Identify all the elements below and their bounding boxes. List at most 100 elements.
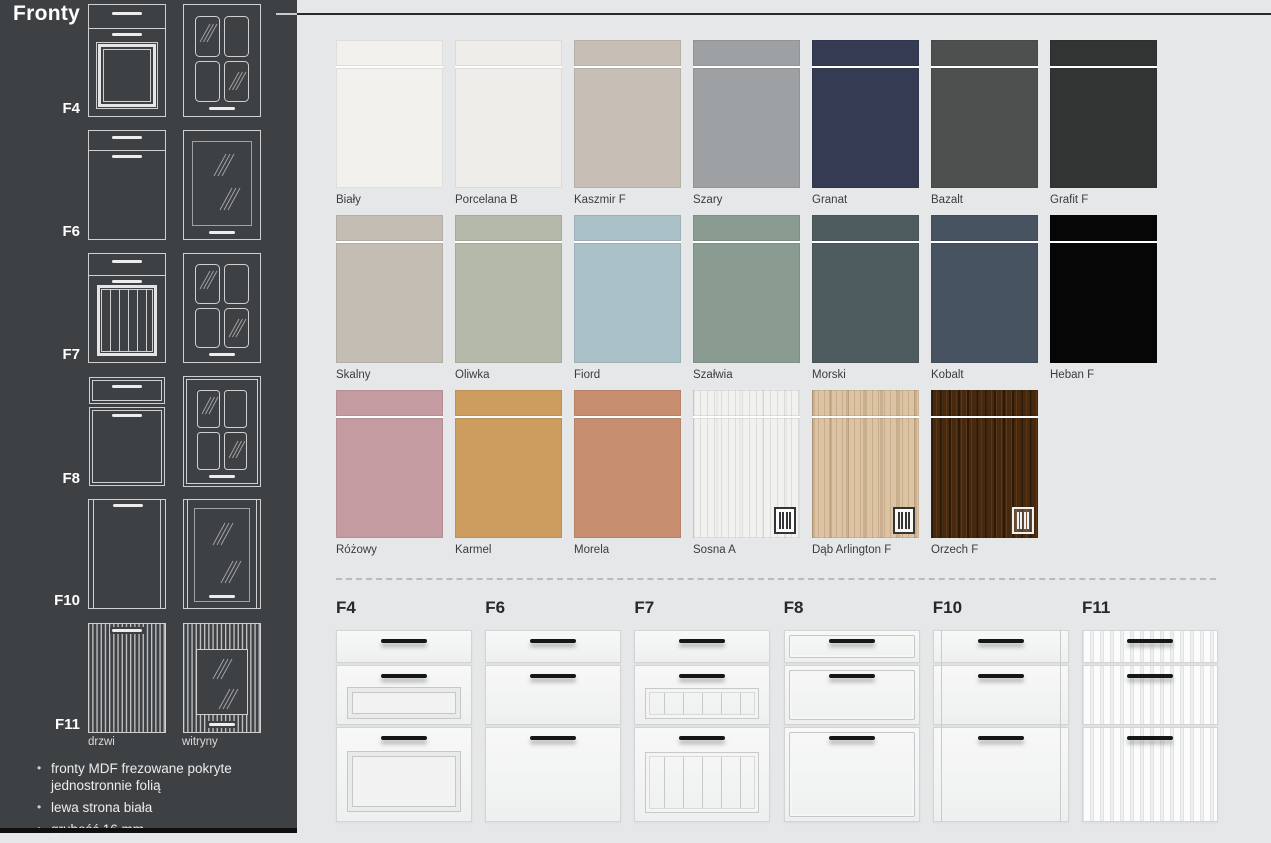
front-preview-f10: F10 [933,598,1069,822]
swatch-label: Różowy [336,544,443,556]
color-swatch: Karmel [455,390,562,556]
inner-frame [789,732,915,817]
swatch-label: Kobalt [931,369,1038,381]
swatch-body [1050,68,1157,188]
top-rule-tick [276,13,297,15]
swatch-drawer-strip [336,40,443,66]
swatch-label: Orzech F [931,544,1038,556]
drawer-front [336,727,472,822]
swatch-label: Kaszmir F [574,194,681,206]
f4-glass-drawing [183,4,261,117]
swatch-label: Porcelana B [455,194,562,206]
drawer-handle [530,639,576,643]
front-preview-f8: F8 [784,598,920,822]
front-preview-label: F4 [336,598,472,618]
swatch-drawer-strip [455,215,562,241]
front-preview-card [933,630,1069,822]
beveled-panel [348,752,460,811]
front-row-label: F11 [30,716,80,733]
drawer-front [784,630,920,663]
swatch-body [931,418,1038,538]
front-row-label: F7 [30,346,80,363]
front-preview-card [336,630,472,822]
drawer-handle [530,674,576,678]
front-row-f7: F7 [30,253,262,363]
f7-glass-drawing [183,253,261,363]
wood-grain-icon [893,507,915,534]
front-row-f11: F11 [30,623,262,733]
grooved-panel [645,752,759,813]
swatch-body [812,243,919,363]
f6-door-drawing [88,130,166,240]
swatch-drawer-strip [931,215,1038,241]
drawer-front [485,630,621,663]
swatch-body [693,243,800,363]
drawer-front [485,665,621,725]
drawer-handle [530,736,576,740]
front-preview-f7: F7 [634,598,770,822]
color-swatch: Heban F [1050,215,1157,381]
f8-glass-drawing [183,376,261,487]
drawer-front [1082,727,1218,822]
front-row-label: F8 [30,470,80,487]
wood-grain-icon [774,507,796,534]
inner-frame [789,635,915,658]
front-row-label: F10 [30,592,80,609]
swatch-body [931,68,1038,188]
color-swatch: Granat [812,40,919,206]
color-swatch: Skalny [336,215,443,381]
swatch-row-1: BiałyPorcelana BKaszmir FSzaryGranatBaza… [336,40,1157,206]
drawer-handle [1127,736,1173,740]
swatch-body [931,243,1038,363]
grooved-panel [645,688,759,719]
color-swatch: Morela [574,390,681,556]
drawer-handle [381,736,427,740]
swatch-label: Szary [693,194,800,206]
catalog-page: { "colors": { "page_bg": "#e6e7e9", "sid… [0,0,1271,833]
f11-glass-drawing [183,623,261,733]
drawer-handle [381,674,427,678]
color-swatch: Kobalt [931,215,1038,381]
drawer-front [784,727,920,822]
color-swatch: Oliwka [455,215,562,381]
swatch-label: Bazalt [931,194,1038,206]
front-row-f4: F4 [30,4,262,117]
swatch-row-3: Różowy KarmelMorelaSosna ADąb Arlington F… [336,390,1038,556]
color-swatch: Sosna A [693,390,800,556]
swatch-body [574,418,681,538]
front-preview-label: F8 [784,598,920,618]
note-item: fronty MDF frezowane pokryte jednostronn… [36,760,262,794]
drawer-front [784,665,920,725]
front-preview-label: F6 [485,598,621,618]
swatch-body [1050,243,1157,363]
wood-grain-icon [1012,507,1034,534]
swatch-body [455,243,562,363]
color-swatch: Fiord [574,215,681,381]
inner-frame [789,670,915,720]
front-preview-label: F7 [634,598,770,618]
front-preview-label: F10 [933,598,1069,618]
swatch-label: Oliwka [455,369,562,381]
color-swatch: Kaszmir F [574,40,681,206]
swatch-drawer-strip [455,40,562,66]
dashed-divider [336,578,1216,580]
swatch-drawer-strip [693,215,800,241]
vitrines-column-label: witryny [182,736,218,748]
drawer-front [933,665,1069,725]
drawer-front [1082,665,1218,725]
drawer-handle [679,674,725,678]
swatch-drawer-strip [1050,40,1157,66]
front-preview-f11: F11 [1082,598,1218,822]
swatch-body [693,418,800,538]
drawer-front [634,630,770,663]
front-row-f6: F6 [30,130,262,240]
edge-groove-line [1060,630,1061,822]
color-swatch: Dąb Arlington F [812,390,919,556]
swatch-label: Skalny [336,369,443,381]
swatch-drawer-strip [455,390,562,416]
front-preview-f4: F4 [336,598,472,822]
swatch-drawer-strip [812,40,919,66]
swatch-body [574,68,681,188]
drawer-front [634,727,770,822]
color-swatch: Różowy [336,390,443,556]
